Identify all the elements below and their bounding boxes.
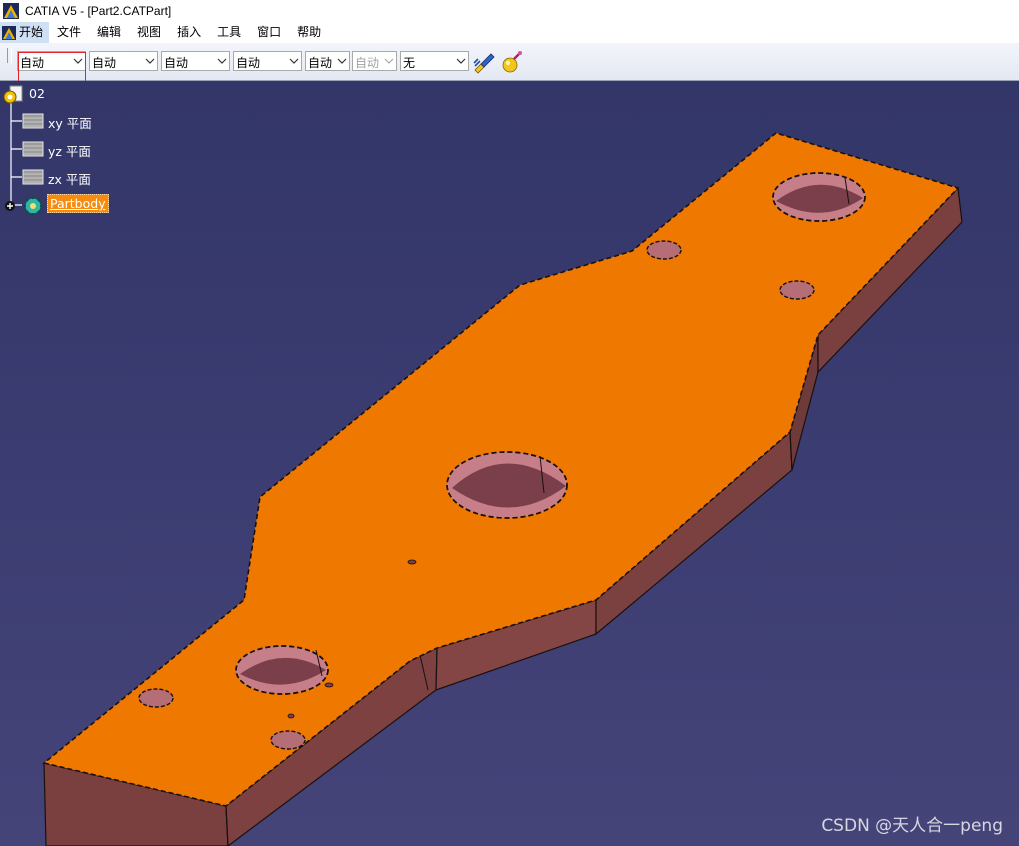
top-right-hole[interactable]: [772, 172, 866, 222]
toolbar-grip[interactable]: [7, 48, 12, 63]
expand-plus-icon[interactable]: [4, 200, 16, 212]
menu-edit[interactable]: 编辑: [89, 22, 129, 43]
window-title: CATIA V5 - [Part2.CATPart]: [25, 4, 172, 18]
apply-material-icon[interactable]: [500, 50, 524, 74]
catia-app-icon: [3, 3, 19, 19]
combo-value: 自动: [308, 56, 333, 70]
large-center-hole[interactable]: [446, 451, 568, 519]
plane-icon[interactable]: [22, 112, 44, 130]
tiny-hole: [324, 682, 334, 688]
small-hole: [779, 280, 815, 300]
3d-viewport[interactable]: [0, 81, 1019, 846]
specification-tree: 02 xy 平面 yz 平面 zx 平面 Partbody: [0, 81, 140, 221]
rendering-style-combo: 自动: [352, 51, 397, 71]
fill-color-combo[interactable]: 自动: [17, 51, 86, 71]
combo-value: 自动: [355, 56, 380, 70]
title-bar: CATIA V5 - [Part2.CATPart]: [0, 0, 1019, 22]
plane-icon[interactable]: [22, 140, 44, 158]
start-icon: [2, 25, 16, 40]
menu-start[interactable]: 开始: [0, 22, 50, 43]
tree-item-zx-plane[interactable]: zx 平面: [48, 169, 91, 188]
tree-item-xy-plane[interactable]: xy 平面: [48, 113, 92, 132]
small-hole: [138, 688, 174, 708]
combo-value: 自动: [236, 56, 261, 70]
chevron-down-icon: [73, 58, 83, 64]
tree-root-label[interactable]: 02: [29, 86, 45, 101]
chevron-down-icon: [456, 58, 466, 64]
menu-window[interactable]: 窗口: [249, 22, 289, 43]
chevron-down-icon: [384, 58, 394, 64]
tree-item-partbody[interactable]: Partbody: [47, 194, 109, 213]
watermark: CSDN @天人合一peng: [821, 816, 1003, 836]
tree-item-yz-plane[interactable]: yz 平面: [48, 141, 91, 160]
menu-view[interactable]: 视图: [129, 22, 169, 43]
point-symbol-combo[interactable]: 自动: [305, 51, 350, 71]
small-hole: [646, 240, 682, 260]
line-thickness-combo[interactable]: 自动: [161, 51, 230, 71]
combo-value: 无: [403, 56, 416, 70]
painter-brush-icon[interactable]: [472, 50, 496, 74]
combo-value: 自动: [92, 56, 117, 70]
menu-help[interactable]: 帮助: [289, 22, 329, 43]
chevron-down-icon: [145, 58, 155, 64]
layer-combo[interactable]: 无: [400, 51, 469, 71]
menu-file[interactable]: 文件: [49, 22, 89, 43]
combo-value: 自动: [20, 56, 45, 70]
chevron-down-icon: [337, 58, 347, 64]
combo-value: 自动: [164, 56, 189, 70]
transparency-combo[interactable]: 自动: [89, 51, 158, 71]
tiny-hole: [407, 559, 417, 565]
chevron-down-icon: [289, 58, 299, 64]
menu-start-label: 开始: [19, 25, 44, 39]
menu-bar: 开始 文件 编辑 视图 插入 工具 窗口 帮助: [0, 22, 1019, 43]
bottom-left-hole[interactable]: [235, 645, 329, 695]
plane-icon[interactable]: [22, 168, 44, 186]
part-document-icon[interactable]: [2, 85, 24, 105]
menu-insert[interactable]: 插入: [169, 22, 209, 43]
chevron-down-icon: [217, 58, 227, 64]
small-hole: [270, 730, 306, 750]
partbody-gear-icon[interactable]: [22, 195, 44, 217]
part-geometry[interactable]: [0, 81, 1019, 846]
menu-tools[interactable]: 工具: [209, 22, 249, 43]
line-type-combo[interactable]: 自动: [233, 51, 302, 71]
tiny-hole: [287, 713, 295, 719]
